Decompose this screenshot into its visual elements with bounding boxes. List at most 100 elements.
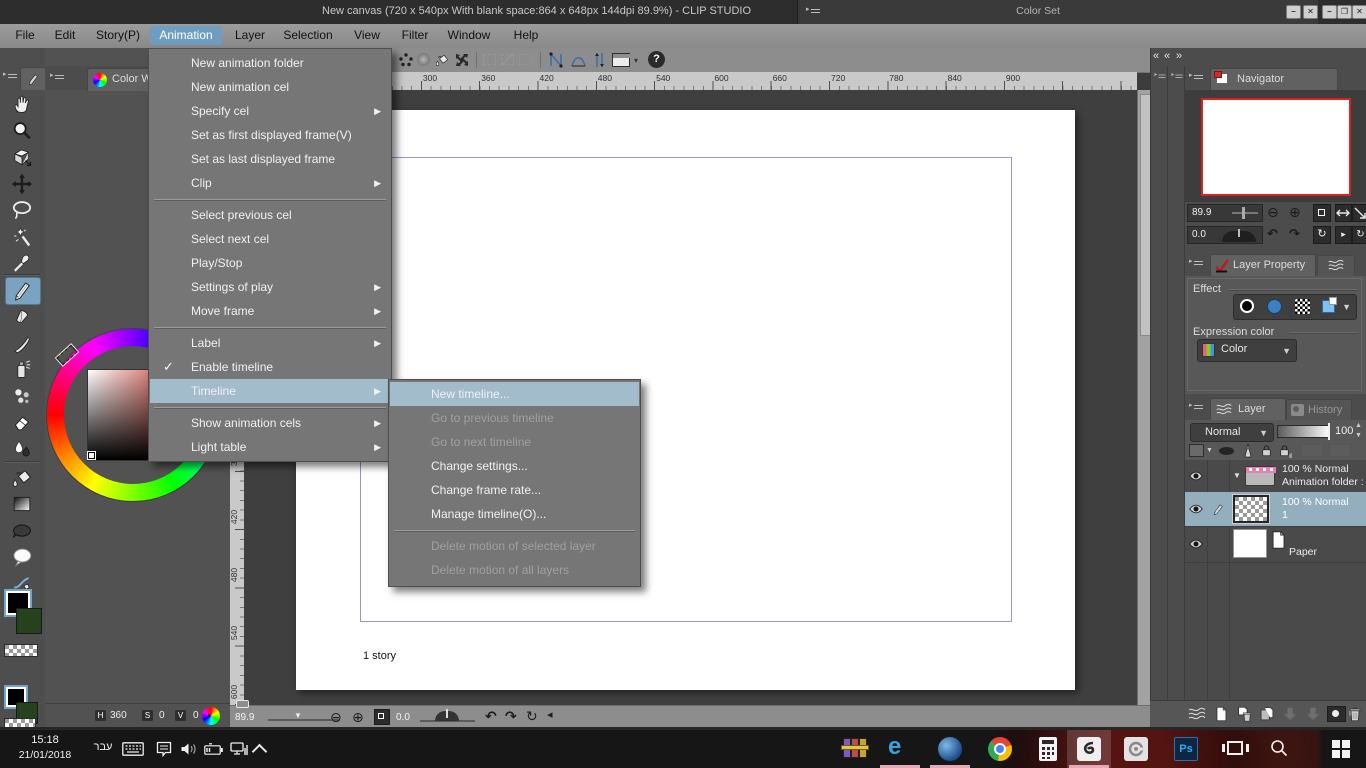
navigator-rotate-box[interactable]: 0.0 (1187, 226, 1263, 244)
layer-panel-menu-icon[interactable] (1189, 401, 1203, 413)
zoom-out-icon[interactable]: ⊖ (330, 710, 342, 724)
eraser-tool[interactable] (10, 410, 34, 434)
effect-border-icon[interactable] (1240, 299, 1254, 313)
navigator-panel-menu-icon[interactable] (1189, 71, 1203, 83)
menu-filter[interactable]: Filter (396, 26, 434, 45)
animation-cels-tab[interactable] (1317, 255, 1355, 277)
network-icon[interactable] (230, 742, 248, 756)
nav-zoom-out-icon[interactable]: ⊖ (1267, 205, 1279, 219)
menu-item-new-timeline[interactable]: New timeline... (390, 382, 639, 406)
brush-tool[interactable] (10, 331, 34, 355)
menu-item-new-animation-cel[interactable]: New animation cel (150, 75, 390, 99)
menu-window[interactable]: Window (442, 26, 496, 45)
language-indicator[interactable]: עבר (88, 741, 118, 753)
menu-view[interactable]: View (346, 26, 388, 45)
nav-rotate-ccw-icon[interactable]: ↶ (1267, 227, 1278, 240)
cmd-help-icon[interactable]: ? (648, 51, 665, 68)
mask-area-icon[interactable] (1189, 444, 1204, 457)
expand-right-icon[interactable]: » (1176, 50, 1182, 62)
lightbox-icon[interactable] (1327, 706, 1346, 722)
menu-item-show-animation-cels[interactable]: Show animation cels ▶ (150, 411, 390, 435)
menu-item-label[interactable]: Label ▶ (150, 331, 390, 355)
collapse-right-icon-2[interactable]: « (1164, 50, 1170, 62)
selection-tool[interactable] (10, 198, 34, 222)
window-close-button[interactable]: ✕ (1352, 5, 1366, 19)
document-tab-icon[interactable] (236, 700, 249, 708)
navigator-zoom-box[interactable]: 89.9 (1187, 204, 1263, 222)
footer-collapse-icon[interactable]: ◂ (547, 710, 553, 721)
duplicate-layer-icon[interactable] (1258, 705, 1276, 723)
cmd-ruler-curve-icon[interactable] (570, 51, 587, 69)
color-mixer-ball-icon[interactable]: ▸ (202, 707, 220, 725)
volume-icon[interactable] (180, 742, 198, 756)
menu-item-play-stop[interactable]: Play/Stop (150, 251, 390, 275)
start-button[interactable] (1318, 730, 1366, 768)
menu-layer[interactable]: Layer (228, 26, 272, 45)
layer-row-cel-1-selected[interactable]: 100 % Normal 1 (1185, 492, 1366, 527)
airbrush-tool[interactable] (10, 357, 34, 381)
nav-flip-horizontal-icon[interactable] (1335, 204, 1352, 222)
opacity-slider-handle[interactable] (1328, 423, 1330, 440)
nav-zoom-in-icon[interactable]: ⊕ (1289, 205, 1301, 219)
fill-tool[interactable] (10, 466, 34, 490)
strip-panel-menu-icon[interactable] (1154, 71, 1166, 81)
pen-tool[interactable] (10, 278, 34, 302)
history-tab[interactable]: History (1286, 399, 1352, 421)
panel-list-icon[interactable] (1187, 707, 1207, 721)
navigator-zoom-handle[interactable] (1242, 207, 1245, 219)
tray-overflow-chevron-icon[interactable] (251, 743, 268, 760)
menu-item-set-first-displayed-frame[interactable]: Set as first displayed frame(V) (150, 123, 390, 147)
doc-rotate-handle[interactable] (446, 709, 448, 718)
new-layer-delete-icon[interactable] (1235, 705, 1253, 723)
layer-row-animation-folder[interactable]: ▼ 100 % Normal Animation folder : 1 (1185, 460, 1366, 493)
cmd-snap-dots-icon[interactable] (398, 52, 414, 68)
new-layer-icon[interactable] (1212, 705, 1230, 723)
vertical-scrollbar[interactable] (1137, 90, 1151, 705)
layer-tab[interactable]: Layer (1210, 398, 1286, 421)
taskbar-edge[interactable]: e (878, 730, 922, 768)
clock-time[interactable]: 15:18 (17, 734, 73, 746)
expression-color-dropdown[interactable]: Color ▼ (1197, 339, 1297, 362)
tool-panel-tab[interactable] (20, 67, 46, 90)
menu-item-light-table[interactable]: Light table ▶ (150, 435, 390, 459)
tool-panel-menu-icon[interactable] (3, 70, 17, 82)
navigator-rotate-handle[interactable] (1238, 229, 1240, 237)
nav-reset-rotation-icon[interactable]: ↻ (1313, 226, 1331, 244)
color-set-close-button[interactable]: ✕ (1303, 5, 1318, 19)
color-wheel-panel-menu-icon[interactable] (50, 71, 64, 83)
color-set-minimize-button[interactable]: – (1286, 5, 1301, 19)
zoom-tool[interactable] (10, 119, 34, 143)
figure-tool[interactable] (10, 518, 34, 542)
collapse-right-icon[interactable]: « (1153, 50, 1159, 62)
cmd-layer-dropdown-icon[interactable]: ▾ (634, 57, 638, 65)
menu-selection[interactable]: Selection (278, 26, 338, 45)
operation-tool[interactable] (10, 145, 34, 169)
menu-item-new-animation-folder[interactable]: New animation folder (150, 51, 390, 75)
rotate-ccw-icon[interactable]: ↶ (485, 709, 497, 723)
menu-item-clip[interactable]: Clip ▶ (150, 171, 390, 195)
mask-area-arrow-icon[interactable]: ▼ (1206, 447, 1213, 454)
taskbar-clip-studio[interactable] (1114, 730, 1158, 768)
move-layer-tool[interactable] (10, 172, 34, 196)
menu-story[interactable]: Story(P) (90, 26, 146, 45)
lock-layer-icon[interactable] (1259, 443, 1274, 458)
draft-layer-icon[interactable] (1241, 443, 1255, 458)
cmd-ruler-line-icon[interactable] (548, 51, 565, 69)
pencil-tool[interactable] (10, 304, 34, 328)
taskbar-winrar[interactable] (833, 730, 877, 768)
navigator-tab[interactable]: Navigator (1210, 68, 1338, 91)
layer-thumbnail[interactable] (1233, 495, 1269, 523)
taskbar-calculator[interactable] (1026, 730, 1070, 768)
balloon-tool[interactable] (10, 545, 34, 569)
nav-rotate-cw-icon[interactable]: ↷ (1289, 227, 1300, 240)
cmd-ruler-parallel-icon[interactable] (591, 51, 608, 69)
menu-item-move-frame[interactable]: Move frame ▶ (150, 299, 390, 323)
layer-property-panel-menu-icon[interactable] (1189, 257, 1203, 269)
menu-item-manage-timeline[interactable]: Manage timeline(O)... (390, 502, 639, 526)
menu-item-specify-cel[interactable]: Specify cel ▶ (150, 99, 390, 123)
effect-tone-circle-icon[interactable] (1267, 299, 1282, 314)
menu-help[interactable]: Help (504, 26, 548, 45)
menu-item-enable-timeline[interactable]: ✓ Enable timeline (150, 355, 390, 379)
taskbar-chrome[interactable] (978, 730, 1022, 768)
menu-edit[interactable]: Edit (48, 26, 82, 45)
